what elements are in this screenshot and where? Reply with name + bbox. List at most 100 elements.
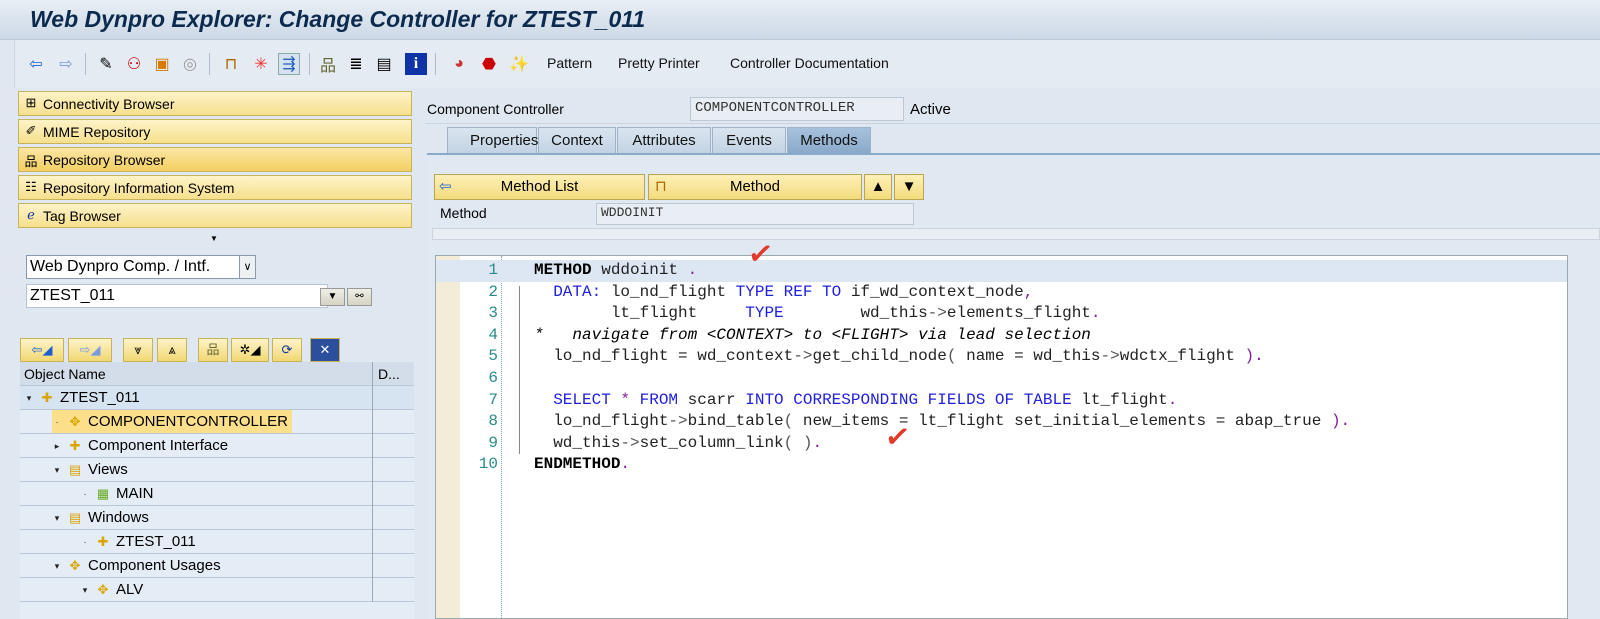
tree-node-content[interactable]: ▾ ✥ ALV (80, 578, 147, 601)
connectivity-browser-button[interactable]: ⊞ Connectivity Browser (18, 91, 412, 116)
tree-node[interactable]: ▾ ✥ ALV (20, 578, 414, 602)
code-line[interactable]: 6 (436, 368, 1567, 390)
code-line[interactable]: 4 * navigate from <CONTEXT> to <FLIGHT> v… (436, 325, 1567, 347)
wizard-icon[interactable]: ✨ (508, 53, 530, 75)
expand-toggle-icon[interactable]: ▾ (52, 554, 62, 578)
tree-node[interactable]: ▾ ✚ ZTEST_011 (20, 386, 414, 410)
mime-repository-button[interactable]: ✐ MIME Repository (18, 119, 412, 144)
tree-node-icon: ✥ (97, 581, 109, 597)
repository-information-system-button[interactable]: ☷ Repository Information System (18, 175, 412, 200)
code-line[interactable]: 9 wd_this->set_column_link( ). (436, 433, 1567, 455)
code-editor[interactable]: − 1METHOD wddoinit .2 DATA: lo_nd_flight… (435, 255, 1568, 619)
code-line[interactable]: 10 ENDMETHOD. (436, 454, 1567, 476)
tab-context[interactable]: Context (538, 127, 616, 153)
tree-node-content[interactable]: · ✚ ZTEST_011 (80, 530, 200, 553)
code-line[interactable]: 1 METHOD wddoinit . (436, 260, 1567, 282)
object-name-input[interactable]: ZTEST_011 (26, 284, 328, 308)
tag-browser-button[interactable]: ℯ Tag Browser (18, 203, 412, 228)
leaf-dot-icon[interactable]: · (80, 482, 90, 506)
line-number: 6 (488, 369, 498, 387)
collapse-all-icon[interactable]: ⩓ (157, 338, 187, 362)
expand-toggle-icon[interactable]: ▾ (52, 458, 62, 482)
next-method-button[interactable]: ▼ (894, 174, 924, 200)
repository-browser-button[interactable]: 品 Repository Browser (18, 147, 412, 172)
tab-events[interactable]: Events (712, 127, 786, 153)
tree-forward-button[interactable]: ⇨◢ (68, 338, 112, 362)
code-token: . (812, 433, 823, 452)
previous-method-button[interactable]: ▲ (864, 174, 892, 200)
tab-label: Properties (470, 132, 539, 149)
code-token: * navigate from <CONTEXT> to <FLIGHT> vi… (534, 325, 1091, 344)
code-token: TYPE REF TO (735, 282, 842, 301)
code-line[interactable]: 3 lt_flight TYPE wd_this->elements_fligh… (436, 303, 1567, 325)
code-line[interactable]: 5 lo_nd_flight = wd_context->get_child_n… (436, 346, 1567, 368)
tree-node-content[interactable]: · ▦ MAIN (80, 482, 158, 505)
checks-icon[interactable]: ◕ (448, 53, 470, 75)
pretty-printer-button[interactable]: Pretty Printer (618, 55, 700, 71)
forward-icon[interactable]: ⇨ (55, 53, 77, 75)
hierarchy-icon[interactable]: 品 (317, 53, 339, 75)
controller-documentation-button[interactable]: Controller Documentation (730, 55, 889, 71)
code-token: wd_this (534, 433, 621, 452)
expand-all-icon[interactable]: ⩔ (123, 338, 153, 362)
expand-toggle-icon[interactable]: ▾ (24, 386, 34, 410)
object-type-select[interactable]: Web Dynpro Comp. / Intf. ∨ (26, 255, 256, 279)
hierarchy-up-icon[interactable]: 品 (198, 338, 228, 362)
tree-back-button[interactable]: ⇦◢ (20, 338, 64, 362)
tree-node[interactable]: · ▦ MAIN (20, 482, 414, 506)
code-line[interactable]: 7 SELECT * FROM scarr INTO CORRESPONDING… (436, 390, 1567, 412)
method-button[interactable]: ⊓ Method (648, 174, 862, 200)
leaf-dot-icon[interactable]: · (52, 410, 62, 434)
tab-attributes[interactable]: Attributes (617, 127, 711, 153)
leaf-dot-icon[interactable]: · (80, 530, 90, 554)
new-object-icon[interactable]: ✲◢ (231, 338, 269, 362)
close-icon[interactable]: ✕ (310, 338, 340, 362)
column-description[interactable]: D... (378, 362, 400, 386)
expand-toggle-icon[interactable]: ▸ (52, 434, 62, 458)
code-line[interactable]: 8 lo_nd_flight->bind_table( new_items = … (436, 411, 1567, 433)
method-list-button[interactable]: ⇦ Method List (434, 174, 645, 200)
display-glasses-button[interactable]: ⚯ (347, 288, 372, 306)
tree-node[interactable]: · ✚ ZTEST_011 (20, 530, 414, 554)
tree-node[interactable]: ▾ ▤ Windows (20, 506, 414, 530)
tree-node-label: ZTEST_011 (60, 388, 140, 406)
other-object-icon[interactable]: ▣ (151, 53, 173, 75)
tree-node-content[interactable]: ▸ ✚ Component Interface (52, 434, 232, 457)
chevron-down-icon[interactable]: ∨ (239, 256, 255, 278)
info-icon[interactable]: i (405, 53, 427, 75)
stack-icon[interactable]: ≣ (345, 53, 367, 75)
highlight-icon[interactable]: ✳ (250, 53, 272, 75)
tree-node-content[interactable]: ▾ ✥ Component Usages (52, 554, 225, 577)
edit-icon[interactable]: ✎ (95, 53, 117, 75)
tree-node-content[interactable]: ▾ ▤ Windows (52, 506, 153, 529)
tree-node[interactable]: · ✥ COMPONENTCONTROLLER (20, 410, 414, 434)
expand-toggle-icon[interactable]: ▾ (80, 578, 90, 602)
stop-icon[interactable]: ⬣ (478, 53, 500, 75)
collapse-arrow-icon[interactable]: ▼ (210, 234, 218, 243)
code-token: ( ) (783, 433, 813, 452)
display-object-list-icon[interactable]: ⊓ (220, 53, 242, 75)
tree-node[interactable]: ▾ ✥ Component Usages (20, 554, 414, 578)
pattern-button[interactable]: Pattern (547, 55, 592, 71)
tab-methods[interactable]: Methods (787, 127, 871, 153)
tab-properties[interactable]: Properties (447, 127, 539, 153)
status-text: Active (910, 101, 951, 118)
tree-node-label: MAIN (116, 484, 154, 502)
where-used-icon[interactable]: ◎ (179, 53, 201, 75)
tree-node[interactable]: ▸ ✚ Component Interface (20, 434, 414, 458)
dropdown-button[interactable]: ▼ (320, 288, 345, 306)
refresh-icon[interactable]: ⟳ (272, 338, 302, 362)
expand-toggle-icon[interactable]: ▾ (52, 506, 62, 530)
column-object-name[interactable]: Object Name (24, 362, 106, 386)
navigate-icon[interactable]: ⇶ (278, 53, 300, 75)
tree-node[interactable]: ▾ ▤ Views (20, 458, 414, 482)
tree-node-content[interactable]: · ✥ COMPONENTCONTROLLER (52, 410, 293, 434)
window-icon[interactable]: ▤ (373, 53, 395, 75)
back-icon[interactable]: ⇦ (25, 53, 47, 75)
tree-node-content[interactable]: ▾ ▤ Views (52, 458, 132, 481)
active-inactive-icon[interactable]: ⚇ (123, 53, 145, 75)
mime-icon: ✐ (25, 122, 37, 138)
tree-node-content[interactable]: ▾ ✚ ZTEST_011 (24, 386, 144, 409)
code-line[interactable]: 2 DATA: lo_nd_flight TYPE REF TO if_wd_c… (436, 282, 1567, 304)
code-token: . (620, 455, 631, 474)
